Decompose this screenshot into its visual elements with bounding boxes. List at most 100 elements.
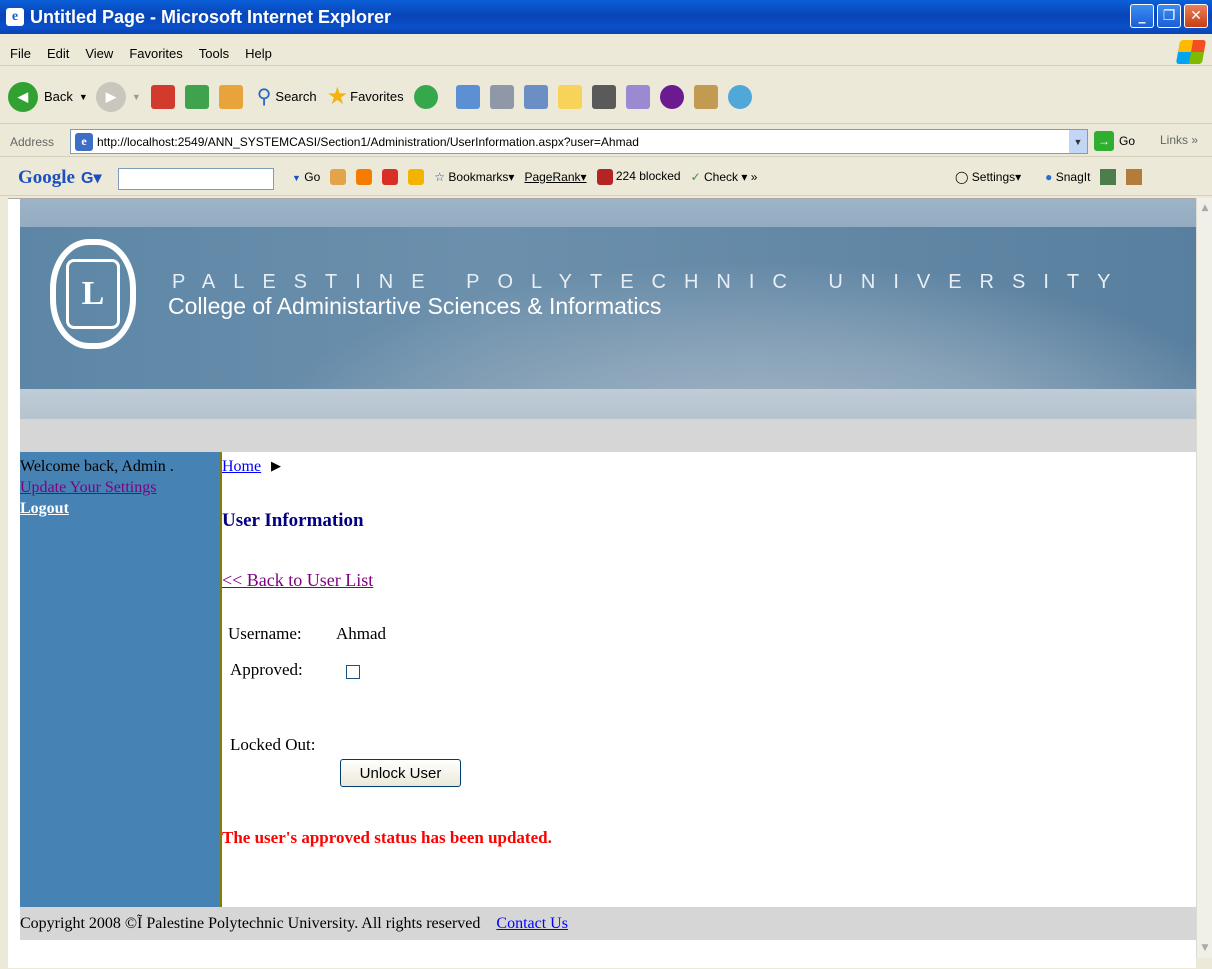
forward-button[interactable]: ▶ ▼ <box>95 81 141 112</box>
go-arrow-icon: → <box>1094 131 1114 151</box>
address-input[interactable]: e http://localhost:2549/ANN_SYSTEMCASI/S… <box>70 129 1088 154</box>
menu-favorites[interactable]: Favorites <box>129 46 182 61</box>
scroll-down-icon[interactable]: ▼ <box>1197 940 1212 956</box>
star-icon: ★ <box>326 83 349 110</box>
print-icon[interactable] <box>489 84 514 109</box>
copyright-text: Copyright 2008 ©Ĩ Palestine Polytechnic … <box>20 914 481 932</box>
forward-dropdown-icon[interactable]: ▼ <box>132 92 141 102</box>
university-logo: L <box>50 239 136 349</box>
approved-label: Approved: <box>230 660 303 679</box>
windows-logo-icon <box>1175 40 1207 64</box>
username-value: Ahmad <box>336 624 387 643</box>
history-icon[interactable] <box>413 84 438 109</box>
university-banner: L PALESTINE POLYTECHNIC UNIVERSITY Colle… <box>20 199 1196 449</box>
research-icon[interactable] <box>693 84 718 109</box>
logo-emblem: L <box>66 259 120 329</box>
yahoo-icon[interactable] <box>659 84 684 109</box>
breadcrumb-home-link[interactable]: Home <box>222 458 261 476</box>
welcome-text: Welcome back, Admin . <box>20 458 174 475</box>
favorites-button[interactable]: ★ Favorites <box>327 82 404 111</box>
window-title: Untitled Page - Microsoft Internet Explo… <box>30 6 392 27</box>
menu-view[interactable]: View <box>85 46 113 61</box>
back-arrow-icon: ◀ <box>8 81 38 112</box>
snagit-window-icon[interactable] <box>1100 169 1117 185</box>
status-message: The user's approved status has been upda… <box>222 828 552 847</box>
back-label: Back <box>44 89 73 104</box>
snagit-capture-icon[interactable] <box>1126 169 1143 185</box>
scroll-up-icon[interactable]: ▲ <box>1197 200 1212 216</box>
window-controls: _ ❐ ✕ <box>1130 4 1208 28</box>
google-toolbar-items: ▼ Go ☆ Bookmarks▾ PageRank▾ 224 blocked … <box>292 169 757 185</box>
docs-icon[interactable] <box>408 169 425 185</box>
back-dropdown-icon[interactable]: ▼ <box>79 92 88 102</box>
go-label: Go <box>1119 134 1136 148</box>
google-go-button[interactable]: ▼ Go <box>292 170 320 184</box>
blocked-label: 224 blocked <box>615 169 681 184</box>
google-g-icon[interactable]: G▾ <box>81 168 101 188</box>
address-dropdown-icon[interactable]: ▼ <box>1069 130 1087 153</box>
address-bar: Address e http://localhost:2549/ANN_SYST… <box>0 127 1212 157</box>
messenger-icon[interactable] <box>625 84 650 109</box>
search-button[interactable]: ⚲ Search <box>257 84 317 109</box>
breadcrumb-arrow-icon: ▶ <box>271 458 281 473</box>
gmail-icon[interactable] <box>382 169 399 185</box>
logout-link[interactable]: Logout <box>20 498 220 519</box>
update-settings-link[interactable]: Update Your Settings <box>20 477 220 498</box>
maximize-button[interactable]: ❐ <box>1157 4 1181 28</box>
page-footer: Copyright 2008 ©Ĩ Palestine Polytechnic … <box>20 907 1196 940</box>
vertical-scrollbar[interactable]: ▲ ▼ <box>1196 198 1212 958</box>
blogger-icon[interactable] <box>356 169 373 185</box>
stop-icon[interactable] <box>150 84 175 109</box>
page-viewport: L PALESTINE POLYTECHNIC UNIVERSITY Colle… <box>8 198 1196 968</box>
spellcheck-button[interactable]: ✓ Check ▾ » <box>691 170 758 184</box>
pagerank-button[interactable]: PageRank▾ <box>524 170 586 184</box>
go-button[interactable]: → Go <box>1094 131 1135 151</box>
snagit-label: SnagIt <box>1055 170 1091 184</box>
menu-file[interactable]: File <box>10 46 31 61</box>
favorites-label: Favorites <box>350 89 404 104</box>
locked-out-label: Locked Out: <box>230 735 316 754</box>
bookmarks-button[interactable]: ☆ Bookmarks▾ <box>434 170 514 184</box>
google-toolbar: Google G▾ ▼ Go ☆ Bookmarks▾ PageRank▾ 22… <box>0 160 1212 196</box>
sidebar: Welcome back, Admin . Update Your Settin… <box>20 452 222 907</box>
links-button[interactable]: Links » <box>1160 133 1198 147</box>
edit-icon[interactable] <box>523 84 548 109</box>
browser-window: e Untitled Page - Microsoft Internet Exp… <box>0 0 1212 969</box>
search-label: Search <box>275 89 317 104</box>
note-icon[interactable] <box>557 84 582 109</box>
google-search-input[interactable] <box>118 168 274 190</box>
banner-separator <box>20 419 1196 452</box>
contact-us-link[interactable]: Contact Us <box>496 915 568 933</box>
mail-icon[interactable] <box>455 84 480 109</box>
page-icon: e <box>75 132 93 151</box>
popup-blocker-button[interactable]: 224 blocked <box>596 169 681 185</box>
google-logo[interactable]: Google <box>18 167 75 189</box>
check-label: Check <box>704 170 739 184</box>
settings-button[interactable]: ◯ Settings▾ <box>955 170 1021 184</box>
back-to-user-list-link[interactable]: << Back to User List <box>222 570 373 591</box>
menu-edit[interactable]: Edit <box>47 46 69 61</box>
forward-arrow-icon: ▶ <box>95 81 126 112</box>
home-icon[interactable] <box>218 84 243 109</box>
menu-help[interactable]: Help <box>245 46 272 61</box>
ie-icon: e <box>6 8 24 26</box>
links-label: Links <box>1160 133 1189 147</box>
refresh-icon[interactable] <box>184 84 209 109</box>
search-icon: ⚲ <box>256 86 272 108</box>
people-icon[interactable] <box>727 84 752 109</box>
main-content: Home ▶ User Information << Back to User … <box>222 452 1196 907</box>
address-url: http://localhost:2549/ANN_SYSTEMCASI/Sec… <box>97 134 639 149</box>
snagit-button[interactable]: ● SnagIt <box>1045 170 1090 184</box>
page-title: User Information <box>222 510 364 531</box>
unlock-user-button[interactable]: Unlock User <box>340 759 461 787</box>
banner-college-name: College of Administartive Sciences & Inf… <box>168 293 662 319</box>
address-label: Address <box>10 134 55 149</box>
username-label: Username: <box>228 624 302 643</box>
approved-checkbox[interactable] <box>346 665 360 679</box>
back-button[interactable]: ◀ Back ▼ <box>8 81 88 112</box>
minimize-button[interactable]: _ <box>1130 4 1154 28</box>
pagerank-news-icon[interactable] <box>330 169 347 185</box>
k-icon[interactable] <box>591 84 616 109</box>
close-button[interactable]: ✕ <box>1184 4 1208 28</box>
menu-tools[interactable]: Tools <box>199 46 229 61</box>
